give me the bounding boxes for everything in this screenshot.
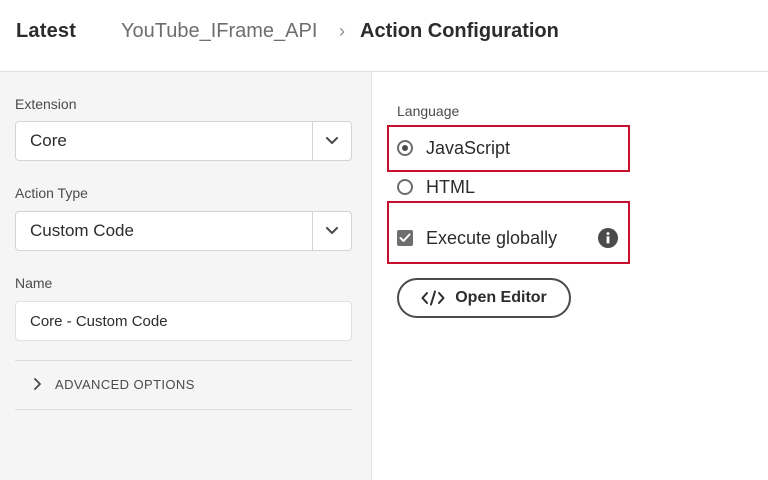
language-label: Language — [397, 103, 460, 119]
execute-globally-checkbox[interactable]: Execute globally — [397, 226, 557, 250]
chevron-down-icon — [326, 137, 338, 144]
header-bar: Latest YouTube_IFrame_API › Action Confi… — [0, 0, 768, 72]
extension-dropdown-button[interactable] — [312, 122, 351, 160]
name-input[interactable]: Core - Custom Code — [15, 301, 352, 341]
divider — [15, 409, 352, 410]
extension-label: Extension — [15, 96, 77, 112]
breadcrumb-link[interactable]: YouTube_IFrame_API — [121, 20, 317, 43]
action-type-picker[interactable]: Custom Code — [15, 211, 352, 251]
name-label: Name — [15, 275, 53, 291]
open-editor-label: Open Editor — [455, 289, 547, 306]
open-editor-button[interactable]: Open Editor — [397, 278, 571, 318]
radio-html[interactable]: HTML — [397, 175, 475, 199]
action-type-dropdown-button[interactable] — [312, 212, 351, 250]
radio-button-checked[interactable] — [397, 140, 413, 156]
page-title: Action Configuration — [360, 20, 559, 42]
radio-button-unchecked[interactable] — [397, 179, 413, 195]
execute-globally-label: Execute globally — [426, 227, 558, 248]
code-icon — [421, 290, 445, 306]
chevron-right-icon — [34, 378, 41, 390]
chevron-down-icon — [326, 227, 338, 234]
latest-label[interactable]: Latest — [16, 20, 76, 43]
advanced-options-toggle[interactable]: ADVANCED OPTIONS — [33, 374, 195, 394]
radio-javascript[interactable]: JavaScript — [397, 136, 510, 160]
radio-javascript-label: JavaScript — [426, 137, 511, 158]
radio-html-label: HTML — [426, 176, 475, 197]
info-icon[interactable] — [598, 228, 618, 248]
checkmark-icon — [399, 233, 411, 242]
action-type-value: Custom Code — [30, 221, 134, 240]
extension-picker[interactable]: Core — [15, 121, 352, 161]
divider — [15, 360, 352, 361]
checkbox-checked[interactable] — [397, 230, 413, 246]
extension-value: Core — [30, 131, 67, 150]
breadcrumb-separator: › — [339, 21, 345, 41]
action-type-label: Action Type — [15, 185, 88, 201]
advanced-options-label: ADVANCED OPTIONS — [55, 376, 195, 392]
